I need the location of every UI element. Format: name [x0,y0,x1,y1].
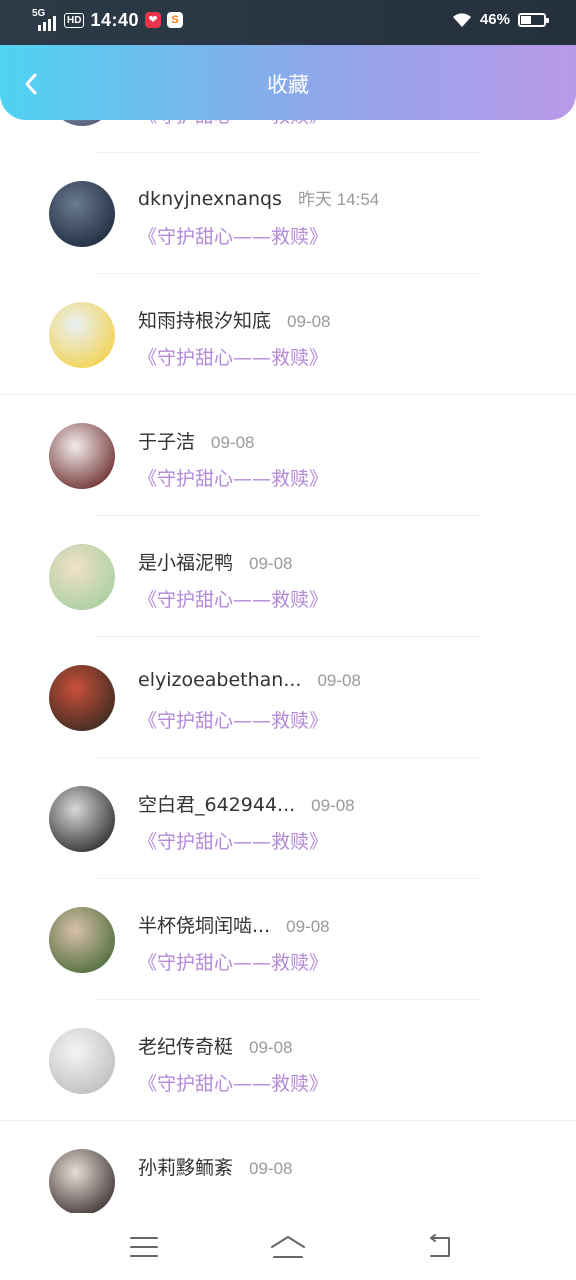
user-name[interactable]: 孙莉黟鲕紊 [138,1153,233,1180]
favorite-date: 09-08 [286,917,330,936]
favorites-list: 《守护甜心——救赎》 dknyjnexnanqs 昨天 14:54 《守护甜心——救赎… [0,120,576,1213]
battery-percent: 46% [479,11,510,28]
book-title-link[interactable]: 《守护甜心——救赎》 [138,343,328,370]
book-title-link[interactable]: 《守护甜心——救赎》 [138,120,328,128]
avatar[interactable] [49,423,115,489]
book-title-link[interactable]: 《守护甜心——救赎》 [138,464,328,491]
name-line: 于子洁 09-08 [138,427,255,454]
user-name[interactable]: 老纪传奇梃 [138,1032,233,1059]
favorite-date: 09-08 [249,1159,293,1178]
avatar[interactable] [49,544,115,610]
name-line: 半杯侥垌闰啮... 09-08 [138,911,330,938]
favorite-date: 昨天 14:54 [297,190,380,209]
book-title-link[interactable]: 《守护甜心——救赎》 [138,827,328,854]
book-title-link[interactable]: 《守护甜心——救赎》 [138,585,328,612]
home-icon [271,1236,305,1258]
name-line: 孙莉黟鲕紊 09-08 [138,1153,293,1180]
status-left: 5G HD 14:40 ❤ S [32,8,183,31]
name-line: elyizoeabethan... 09-08 [138,669,361,691]
favorite-item[interactable]: 半杯侥垌闰啮... 09-08 《守护甜心——救赎》 [0,879,576,1000]
favorite-date: 09-08 [317,671,361,690]
favorite-date: 09-08 [287,312,331,331]
avatar[interactable] [49,1028,115,1094]
avatar[interactable] [49,907,115,973]
user-name[interactable]: 于子洁 [138,427,195,454]
user-name[interactable]: elyizoeabethan... [138,669,301,691]
name-line: 老纪传奇梃 09-08 [138,1032,293,1059]
favorite-item[interactable]: 空白君_642944... 09-08 《守护甜心——救赎》 [0,758,576,879]
user-name[interactable]: 是小福泥鸭 [138,548,233,575]
avatar[interactable] [49,181,115,247]
status-bar: 5G HD 14:40 ❤ S 46% [0,0,576,45]
menu-button[interactable] [122,1227,166,1267]
book-title-link[interactable]: 《守护甜心——救赎》 [138,706,328,733]
menu-icon [130,1237,158,1257]
favorite-date: 09-08 [249,1038,293,1057]
battery-fill [521,15,532,24]
avatar[interactable] [49,120,115,126]
name-line: 空白君_642944... 09-08 [138,790,355,817]
avatar[interactable] [49,1149,115,1213]
system-nav-bar [0,1213,576,1280]
home-button[interactable] [266,1227,310,1267]
status-time: 14:40 [90,9,139,30]
avatar[interactable] [49,786,115,852]
app-notification-icon: ❤ [145,12,161,28]
battery-icon [518,12,549,27]
book-title-link[interactable]: 《守护甜心——救赎》 [138,222,328,249]
favorite-item[interactable]: 孙莉黟鲕紊 09-08 [0,1121,576,1213]
avatar[interactable] [49,302,115,368]
back-nav-button[interactable] [417,1227,461,1267]
favorite-item[interactable]: 《守护甜心——救赎》 [0,120,576,153]
user-name[interactable]: 知雨持根汐知底 [138,306,271,333]
user-name[interactable]: dknyjnexnanqs [138,188,282,210]
cellular-signal-icon: 5G [32,8,58,31]
book-title-link[interactable]: 《守护甜心——救赎》 [138,1069,328,1096]
favorites-list-container[interactable]: 《守护甜心——救赎》 dknyjnexnanqs 昨天 14:54 《守护甜心——救赎… [0,120,576,1213]
header-bar: 收藏 [0,45,576,120]
app-notification-icon-2: S [167,12,183,28]
favorite-item[interactable]: dknyjnexnanqs 昨天 14:54 《守护甜心——救赎》 [0,153,576,274]
hd-badge: HD [64,12,85,28]
favorite-date: 09-08 [311,796,355,815]
favorite-item[interactable]: 知雨持根汐知底 09-08 《守护甜心——救赎》 [0,274,576,395]
user-name[interactable]: 空白君_642944... [138,790,295,817]
user-name[interactable]: 半杯侥垌闰啮... [138,911,270,938]
avatar[interactable] [49,665,115,731]
favorite-item[interactable]: elyizoeabethan... 09-08 《守护甜心——救赎》 [0,637,576,758]
favorite-item[interactable]: 是小福泥鸭 09-08 《守护甜心——救赎》 [0,516,576,637]
book-title-link[interactable]: 《守护甜心——救赎》 [138,948,328,975]
favorite-date: 09-08 [249,554,293,573]
status-right: 46% [452,11,549,28]
favorite-item[interactable]: 老纪传奇梃 09-08 《守护甜心——救赎》 [0,1000,576,1121]
page-title: 收藏 [267,73,309,97]
name-line: 是小福泥鸭 09-08 [138,548,293,575]
wifi-icon [452,12,471,27]
name-line: dknyjnexnanqs 昨天 14:54 [138,185,379,210]
back-icon [430,1234,450,1257]
favorite-date: 09-08 [211,433,255,452]
name-line: 知雨持根汐知底 09-08 [138,306,331,333]
favorite-item[interactable]: 于子洁 09-08 《守护甜心——救赎》 [0,395,576,516]
